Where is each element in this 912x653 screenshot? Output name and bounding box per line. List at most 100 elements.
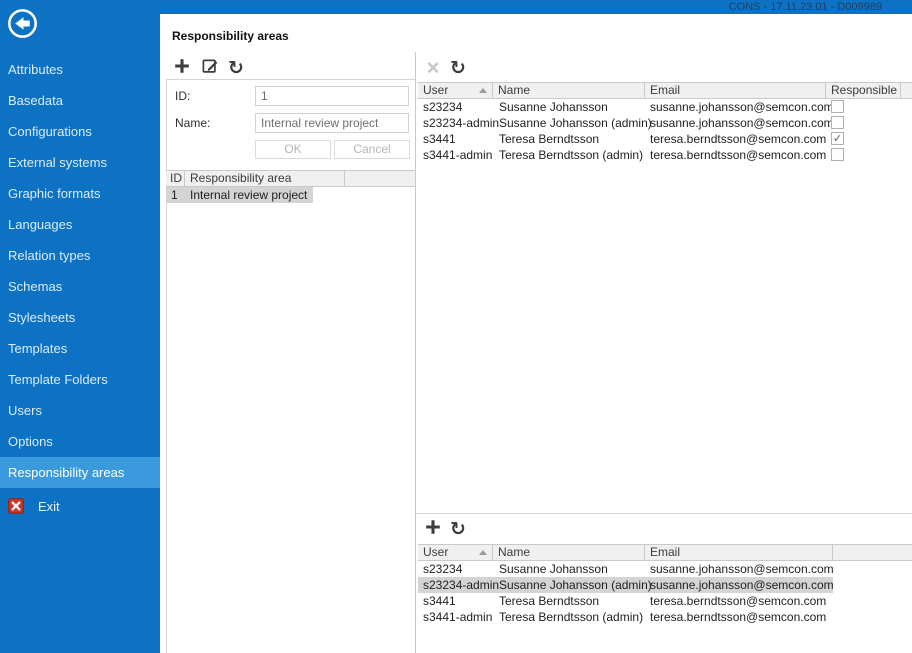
- sidebar-item-stylesheets[interactable]: Stylesheets: [0, 302, 160, 333]
- remove-member-button[interactable]: ×: [424, 58, 442, 76]
- add-member-button[interactable]: [424, 520, 442, 538]
- sidebar-item-graphic-formats[interactable]: Graphic formats: [0, 178, 160, 209]
- ok-button[interactable]: OK: [255, 140, 331, 159]
- plus-icon: [174, 58, 190, 79]
- refresh-members-button[interactable]: ↻: [449, 59, 467, 77]
- member-email-cell: susanne.johansson@semcon.com: [650, 115, 834, 131]
- available-user-cell: s3441-admin: [423, 609, 492, 625]
- name-input[interactable]: [255, 113, 409, 133]
- sort-ascending-icon: [479, 88, 487, 93]
- back-arrow-icon: [7, 26, 38, 43]
- available-email-cell: teresa.berndtsson@semcon.com: [650, 609, 826, 625]
- available-name-cell: Susanne Johansson (admin): [499, 577, 652, 593]
- sidebar-item-users[interactable]: Users: [0, 395, 160, 426]
- areas-col-header-id[interactable]: ID: [166, 171, 185, 186]
- refresh-areas-button[interactable]: ↻: [227, 59, 245, 77]
- members-col-header-email[interactable]: Email: [645, 83, 826, 98]
- page-title: Responsibility areas: [172, 29, 289, 43]
- member-email-cell: teresa.berndtsson@semcon.com: [650, 147, 826, 163]
- cancel-button[interactable]: Cancel: [334, 140, 410, 159]
- areas-col-id-label: ID: [170, 171, 182, 185]
- available-email-cell: susanne.johansson@semcon.com: [650, 561, 834, 577]
- member-user-cell: s23234-admin: [423, 115, 499, 131]
- member-email-cell: teresa.berndtsson@semcon.com: [650, 131, 826, 147]
- refresh-available-users-button[interactable]: ↻: [449, 520, 467, 538]
- members-col-name-label: Name: [498, 83, 530, 97]
- id-field-label: ID:: [175, 89, 190, 103]
- exit-button[interactable]: Exit: [0, 490, 160, 522]
- areas-col-header-filler: [345, 171, 415, 186]
- members-col-header-filler: [901, 83, 912, 98]
- refresh-icon: ↻: [228, 60, 244, 76]
- available-user-row[interactable]: s23234-admin Susanne Johansson (admin) s…: [418, 577, 912, 593]
- name-field-label: Name:: [175, 116, 210, 130]
- back-button[interactable]: [7, 8, 38, 39]
- available-email-cell: teresa.berndtsson@semcon.com: [650, 593, 826, 609]
- available-user-row[interactable]: s3441-admin Teresa Berndtsson (admin) te…: [418, 609, 912, 625]
- members-table: User Name Email Responsible s23234 Susan…: [418, 82, 912, 163]
- available-users-table: User Name Email s23234 Susanne Johansson…: [418, 544, 912, 625]
- area-name-cell: Internal review project: [190, 187, 307, 203]
- members-col-email-label: Email: [650, 83, 680, 97]
- available-col-email-label: Email: [650, 545, 680, 559]
- edit-area-button[interactable]: [201, 59, 219, 77]
- refresh-icon: ↻: [450, 60, 466, 76]
- areas-table: ID Responsibility area 1 Internal review…: [166, 170, 415, 203]
- members-col-user-label: User: [423, 83, 448, 97]
- add-area-button[interactable]: [173, 59, 191, 77]
- members-col-header-responsible[interactable]: Responsible: [826, 83, 901, 98]
- sort-ascending-icon: [479, 550, 487, 555]
- id-input[interactable]: [255, 86, 409, 106]
- sidebar-nav: Attributes Basedata Configurations Exter…: [0, 54, 160, 488]
- available-email-cell: susanne.johansson@semcon.com: [650, 577, 834, 593]
- available-user-cell: s23234-admin: [423, 577, 499, 593]
- version-status-text: CONS - 17.11.23.01 - D009989: [729, 1, 882, 13]
- sidebar-item-responsibility-areas[interactable]: Responsibility areas: [0, 457, 160, 488]
- areas-col-header-area[interactable]: Responsibility area: [185, 171, 345, 186]
- sidebar-item-template-folders[interactable]: Template Folders: [0, 364, 160, 395]
- members-table-header: User Name Email Responsible: [418, 82, 912, 99]
- members-col-header-user[interactable]: User: [418, 83, 493, 98]
- member-name-cell: Susanne Johansson (admin): [499, 115, 652, 131]
- sidebar-item-external-systems[interactable]: External systems: [0, 147, 160, 178]
- member-user-cell: s3441-admin: [423, 147, 492, 163]
- available-col-header-user[interactable]: User: [418, 545, 493, 560]
- available-col-header-email[interactable]: Email: [645, 545, 833, 560]
- responsible-checkbox[interactable]: [831, 100, 844, 113]
- members-col-header-name[interactable]: Name: [493, 83, 645, 98]
- member-row[interactable]: s23234 Susanne Johansson susanne.johanss…: [418, 99, 912, 115]
- member-email-cell: susanne.johansson@semcon.com: [650, 99, 834, 115]
- member-row[interactable]: s3441 Teresa Berndtsson teresa.berndtsso…: [418, 131, 912, 147]
- sidebar-item-configurations[interactable]: Configurations: [0, 116, 160, 147]
- exit-icon: [8, 498, 24, 514]
- available-col-user-label: User: [423, 545, 448, 559]
- member-name-cell: Teresa Berndtsson (admin): [499, 147, 643, 163]
- areas-table-row[interactable]: 1 Internal review project: [166, 187, 415, 203]
- available-name-cell: Teresa Berndtsson: [499, 593, 599, 609]
- remove-x-icon: ×: [427, 60, 440, 75]
- areas-table-header: ID Responsibility area: [166, 170, 415, 187]
- available-user-cell: s23234: [423, 561, 462, 577]
- responsible-checkbox[interactable]: [831, 132, 844, 145]
- sidebar-item-schemas[interactable]: Schemas: [0, 271, 160, 302]
- member-name-cell: Teresa Berndtsson: [499, 131, 599, 147]
- sidebar-item-options[interactable]: Options: [0, 426, 160, 457]
- sidebar-item-attributes[interactable]: Attributes: [0, 54, 160, 85]
- member-row[interactable]: s23234-admin Susanne Johansson (admin) s…: [418, 115, 912, 131]
- available-col-header-name[interactable]: Name: [493, 545, 645, 560]
- areas-col-area-label: Responsibility area: [190, 171, 291, 185]
- sidebar-item-templates[interactable]: Templates: [0, 333, 160, 364]
- edit-pencil-icon: [202, 57, 219, 79]
- plus-icon: [425, 519, 441, 540]
- area-id-cell: 1: [171, 187, 178, 203]
- available-user-row[interactable]: s23234 Susanne Johansson susanne.johanss…: [418, 561, 912, 577]
- exit-label: Exit: [38, 499, 60, 514]
- sidebar-item-basedata[interactable]: Basedata: [0, 85, 160, 116]
- responsible-checkbox[interactable]: [831, 148, 844, 161]
- responsible-checkbox[interactable]: [831, 116, 844, 129]
- panel-horizontal-divider: [416, 513, 912, 514]
- sidebar-item-relation-types[interactable]: Relation types: [0, 240, 160, 271]
- sidebar-item-languages[interactable]: Languages: [0, 209, 160, 240]
- available-user-row[interactable]: s3441 Teresa Berndtsson teresa.berndtsso…: [418, 593, 912, 609]
- member-row[interactable]: s3441-admin Teresa Berndtsson (admin) te…: [418, 147, 912, 163]
